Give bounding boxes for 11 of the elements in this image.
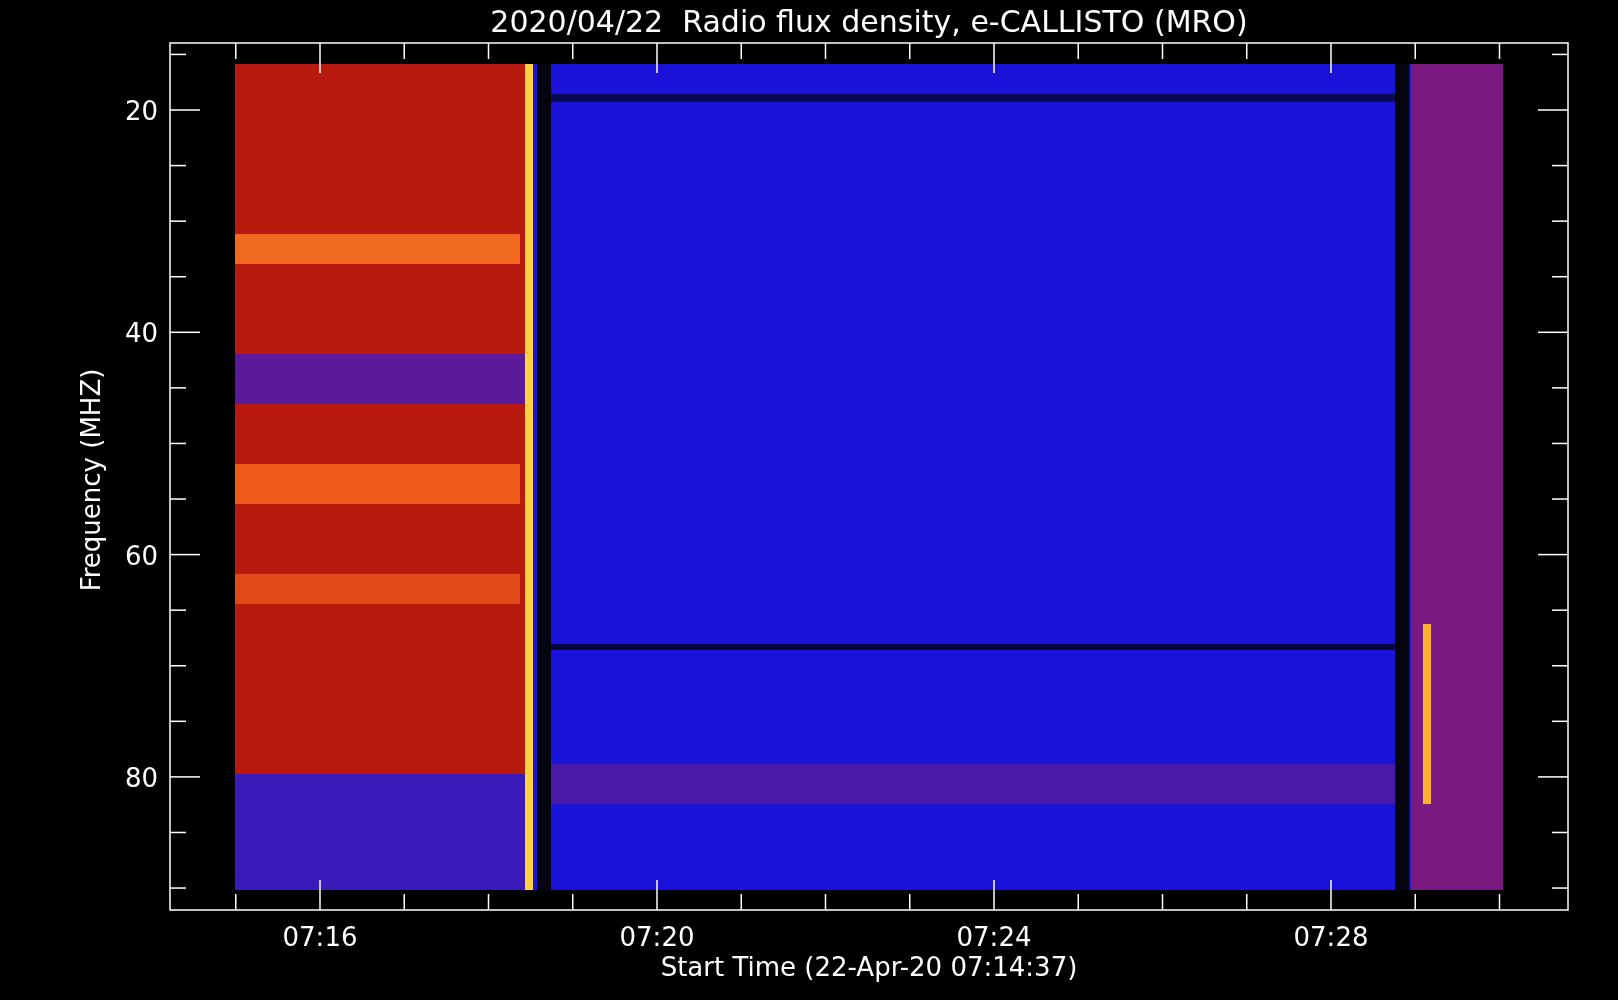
tick-label: 07:24: [956, 922, 1032, 952]
axis-label: Start Time (22-Apr-20 07:14:37): [660, 952, 1078, 982]
tick-label: 80: [124, 762, 158, 793]
tick-label: 40: [124, 318, 158, 349]
tick-label: 60: [124, 540, 158, 571]
tick-label: 20: [124, 96, 158, 126]
tick-label: 07:28: [1293, 922, 1369, 952]
tick-label: 07:16: [282, 922, 358, 952]
tick-label: 07:20: [619, 922, 695, 952]
axis-label: Frequency (MHZ): [76, 368, 106, 592]
chart-title: 2020/04/22 Radio flux density, e-CALLISTO (MRO): [490, 4, 1248, 39]
